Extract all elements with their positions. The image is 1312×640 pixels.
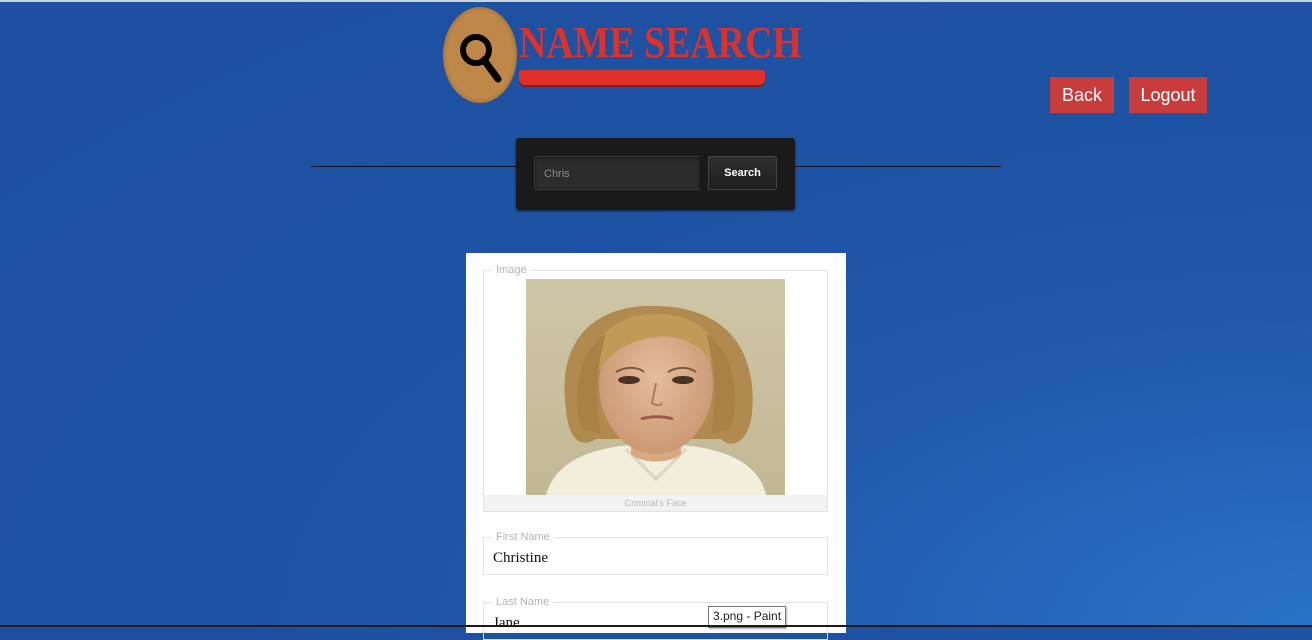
image-caption: Criminal's Face [484,495,827,511]
first-name-fieldset: First Name Christine [483,530,828,575]
first-name-legend: First Name [492,530,554,544]
criminal-photo [526,279,785,495]
portrait-image [526,279,785,495]
top-border [0,0,1312,2]
search-button[interactable]: Search [708,156,777,190]
last-name-legend: Last Name [492,595,554,609]
record-card: Image Criminal's Face First Name Christi… [466,253,846,640]
search-panel: Chris Search [516,138,795,210]
app-logo: NAME SEARCH [443,7,802,105]
image-legend: Image [492,263,531,277]
magnifier-icon [460,34,502,83]
divider-left [311,166,517,167]
last-name-value: Jane [493,615,520,631]
image-fieldset: Image Criminal's Face [483,263,828,512]
logo-underline [519,70,765,85]
logo-text: NAME SEARCH [519,18,802,67]
first-name-value: Christine [493,550,548,566]
back-button[interactable]: Back [1050,77,1114,113]
logo-circle [443,7,517,103]
logout-button[interactable]: Logout [1129,77,1207,113]
search-input[interactable]: Chris [534,156,700,190]
divider-right [794,166,1001,167]
